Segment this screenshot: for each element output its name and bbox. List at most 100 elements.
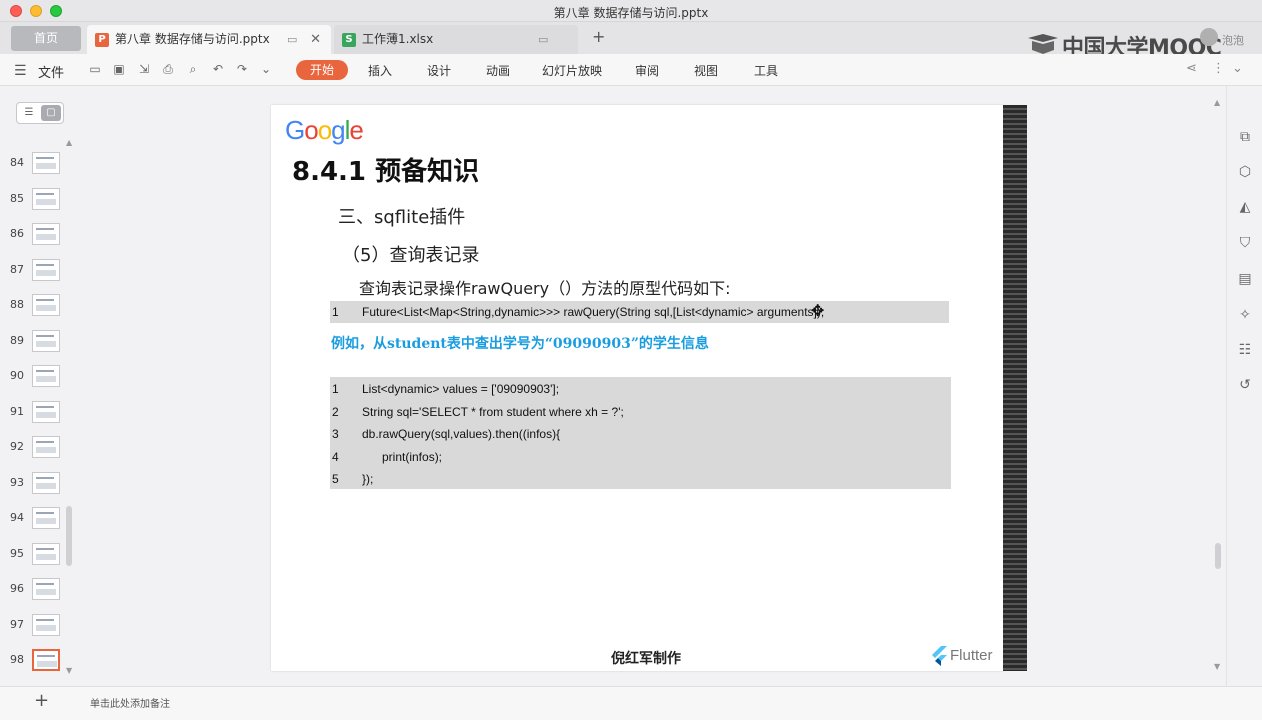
code-line: 5}); xyxy=(332,472,942,486)
spreadsheet-file-icon: S xyxy=(342,33,356,47)
customize-icon[interactable]: ⌄ xyxy=(259,62,273,76)
print-icon[interactable]: ⎙ xyxy=(161,62,175,76)
history-icon[interactable]: ↺ xyxy=(1236,376,1254,394)
slide-thumbnail[interactable]: 85 xyxy=(0,186,70,214)
undo-icon[interactable]: ↶ xyxy=(211,62,225,76)
scroll-down-icon[interactable]: ▼ xyxy=(66,666,72,675)
fill-icon[interactable]: ◭ xyxy=(1236,198,1254,216)
slide-thumbnail[interactable]: 96 xyxy=(0,576,70,604)
slide-number: 88 xyxy=(10,298,24,311)
example-code-box: 1 List<dynamic> values = ['09090903']; 2 St… xyxy=(330,377,951,489)
bottom-bar: + 单击此处添加备注 xyxy=(0,686,1262,720)
slide-thumbnail[interactable]: 91 xyxy=(0,399,70,427)
presentation-file-icon: P xyxy=(95,33,109,47)
scroll-up-icon[interactable]: ▲ xyxy=(66,138,72,147)
slide-thumbnail[interactable]: 90 xyxy=(0,363,70,391)
slide-number: 84 xyxy=(10,156,24,169)
ribbon-tab-home[interactable]: 开始 xyxy=(296,60,348,80)
slide-canvas[interactable]: Google 8.4.1 预备知识 三、sqflite插件 （5）查询表记录 查… xyxy=(271,105,1004,671)
line-number: 4 xyxy=(332,449,339,464)
slide-heading: 8.4.1 预备知识 xyxy=(292,157,480,187)
line-number: 3 xyxy=(332,427,339,441)
tab-pptx[interactable]: P 第八章 数据存储与访问.pptx ▭ ✕ xyxy=(87,25,331,54)
slide-number: 92 xyxy=(10,440,24,453)
thumbnail-scrollbar[interactable] xyxy=(66,506,72,566)
save-icon[interactable]: ▣ xyxy=(112,62,126,76)
add-slide-button[interactable]: + xyxy=(34,690,49,711)
animation-icon[interactable]: ⛉ xyxy=(1236,234,1254,252)
thumbnail-view-icon[interactable]: ▢ xyxy=(41,105,61,121)
slide-number: 89 xyxy=(10,333,24,347)
ribbon-tab-insert[interactable]: 插入 xyxy=(368,62,392,79)
slide-preview xyxy=(32,507,60,529)
slide-thumbnail[interactable]: 97 xyxy=(0,612,70,640)
slide-thumbnail[interactable]: 98 xyxy=(0,647,70,675)
more-icon[interactable]: ⋮ xyxy=(1212,61,1225,76)
scroll-down-icon[interactable]: ▼ xyxy=(1214,662,1220,671)
slide-layout-icon[interactable]: ▤ xyxy=(1236,270,1254,288)
prototype-code-box: 1 Future<List<Map<String,dynamic>>> rawQ… xyxy=(330,301,949,323)
slide-number: 87 xyxy=(10,262,24,276)
slide-preview xyxy=(32,578,60,600)
ribbon-tab-slideshow[interactable]: 幻灯片放映 xyxy=(542,62,602,79)
window-title: 第八章 数据存储与访问.pptx xyxy=(553,6,709,20)
open-folder-icon[interactable]: ▭ xyxy=(88,62,102,76)
code-line: 1 List<dynamic> values = ['09090903']; xyxy=(332,382,942,396)
ribbon-tab-tools[interactable]: 工具 xyxy=(754,62,778,79)
slide-number: 85 xyxy=(10,191,24,205)
thumbnail-panel: ☰ ▢ ▲ 84 85 86 87 88 89 90 91 92 93 94 95 96 97 98 ▼ xyxy=(0,86,80,686)
slide-thumbnail[interactable]: 86 xyxy=(0,221,70,249)
slide-thumbnail[interactable]: 88 xyxy=(0,292,70,320)
file-menu[interactable]: 文件 xyxy=(38,62,64,81)
export-icon[interactable]: ⇲ xyxy=(137,62,151,76)
flutter-logo-icon xyxy=(932,646,947,666)
slide-thumbnail[interactable]: 89 xyxy=(0,328,70,356)
slide-preview xyxy=(32,329,60,352)
code-line: 2 String sql='SELECT * from student where… xyxy=(332,405,942,419)
slide-thumbnail[interactable]: 92 xyxy=(0,434,70,462)
redo-icon[interactable]: ↷ xyxy=(235,62,249,76)
slide-number: 94 xyxy=(10,511,24,524)
slide-subheading: 三、sqflite插件 xyxy=(338,207,466,228)
settings-icon[interactable]: ☷ xyxy=(1236,341,1254,359)
ribbon: ☰ 文件 ▭ ▣ ⇲ ⎙ ⌕ ↶ ↷ ⌄ 开始 插入 设计 动画 幻灯片放映 审… xyxy=(0,54,1262,86)
collapse-ribbon-icon[interactable]: ⌄ xyxy=(1232,61,1243,76)
new-tab-button[interactable]: + xyxy=(592,27,605,46)
code-line: 1 Future<List<Map<String,dynamic>>> rawQ… xyxy=(332,305,942,319)
slide-thumbnail[interactable]: 95 xyxy=(0,541,70,569)
slide-thumbnail[interactable]: 93 xyxy=(0,470,70,498)
ribbon-tab-review[interactable]: 审阅 xyxy=(635,62,659,79)
slide-thumbnail[interactable]: 87 xyxy=(0,257,70,285)
shape-icon[interactable]: ⬡ xyxy=(1236,163,1254,181)
share-icon[interactable]: ⋖ xyxy=(1186,61,1197,76)
slide-preview xyxy=(32,365,60,387)
magic-icon[interactable]: ✧ xyxy=(1236,306,1254,324)
code-text: List<dynamic> values = ['09090903']; xyxy=(362,382,560,396)
tab-xlsx[interactable]: S 工作薄1.xlsx ▭ xyxy=(334,25,578,54)
tab-home[interactable]: 首页 xyxy=(11,26,81,51)
menu-icon[interactable]: ☰ xyxy=(14,63,27,79)
print-preview-icon[interactable]: ⌕ xyxy=(186,62,200,76)
ribbon-tab-view[interactable]: 视图 xyxy=(694,62,718,79)
canvas-scrollbar[interactable] xyxy=(1215,543,1221,569)
notes-placeholder[interactable]: 单击此处添加备注 xyxy=(90,695,170,710)
line-number: 5 xyxy=(332,472,339,486)
scroll-up-icon[interactable]: ▲ xyxy=(1214,98,1220,107)
line-number: 1 xyxy=(332,305,339,319)
slide-number: 86 xyxy=(10,227,24,240)
slide-preview xyxy=(32,258,60,281)
flutter-label: Flutter xyxy=(950,647,993,664)
slide-preview xyxy=(32,471,60,494)
close-tab-icon[interactable]: ✕ xyxy=(310,25,321,54)
ribbon-tab-animation[interactable]: 动画 xyxy=(486,62,510,79)
copy-style-icon[interactable]: ⧉ xyxy=(1236,128,1254,146)
screen-icon[interactable]: ▭ xyxy=(538,25,548,54)
slide-preview xyxy=(32,400,60,423)
slide-thumbnail[interactable]: 84 xyxy=(0,150,70,178)
slide-preview xyxy=(32,542,60,565)
avatar[interactable] xyxy=(1200,28,1218,46)
outline-view-icon[interactable]: ☰ xyxy=(19,105,39,121)
screen-icon[interactable]: ▭ xyxy=(287,25,297,54)
slide-thumbnail[interactable]: 94 xyxy=(0,505,70,533)
ribbon-tab-design[interactable]: 设计 xyxy=(427,62,451,79)
